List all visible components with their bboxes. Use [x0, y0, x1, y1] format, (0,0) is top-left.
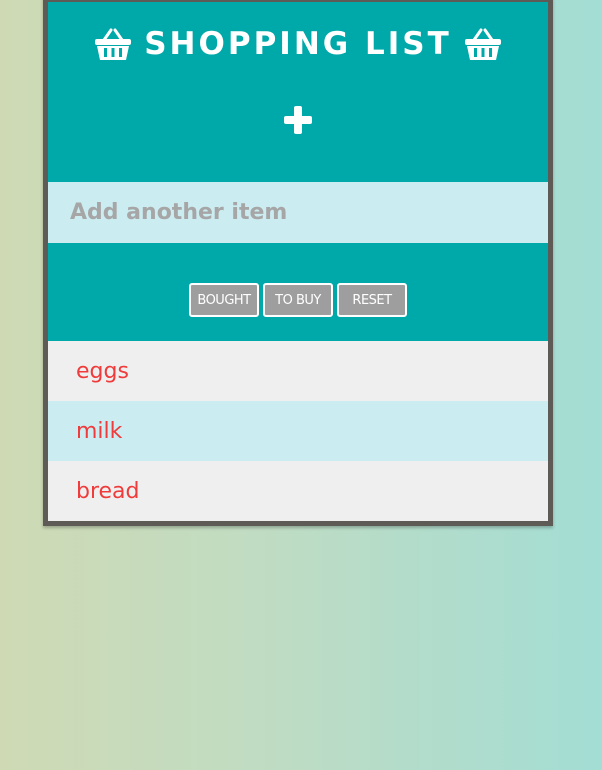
header: SHOPPING LIST	[48, 2, 548, 95]
shopping-list-app: SHOPPING LIST BOUGHT TO BUY RESET	[43, 0, 553, 526]
filter-buttons: BOUGHT TO BUY RESET	[48, 243, 548, 341]
shopping-list: eggs milk bread	[48, 341, 548, 521]
title-row: SHOPPING LIST	[94, 26, 502, 62]
basket-icon	[94, 27, 132, 61]
list-item[interactable]: bread	[48, 461, 548, 521]
add-item-input[interactable]	[48, 182, 548, 243]
plus-icon[interactable]	[283, 105, 313, 135]
reset-button[interactable]: RESET	[337, 283, 407, 317]
bought-button[interactable]: BOUGHT	[189, 283, 259, 317]
to-buy-button[interactable]: TO BUY	[263, 283, 333, 317]
page-title: SHOPPING LIST	[144, 25, 452, 62]
input-row	[48, 182, 548, 243]
add-row	[48, 95, 548, 182]
list-item[interactable]: eggs	[48, 341, 548, 401]
basket-icon	[464, 27, 502, 61]
list-item[interactable]: milk	[48, 401, 548, 461]
